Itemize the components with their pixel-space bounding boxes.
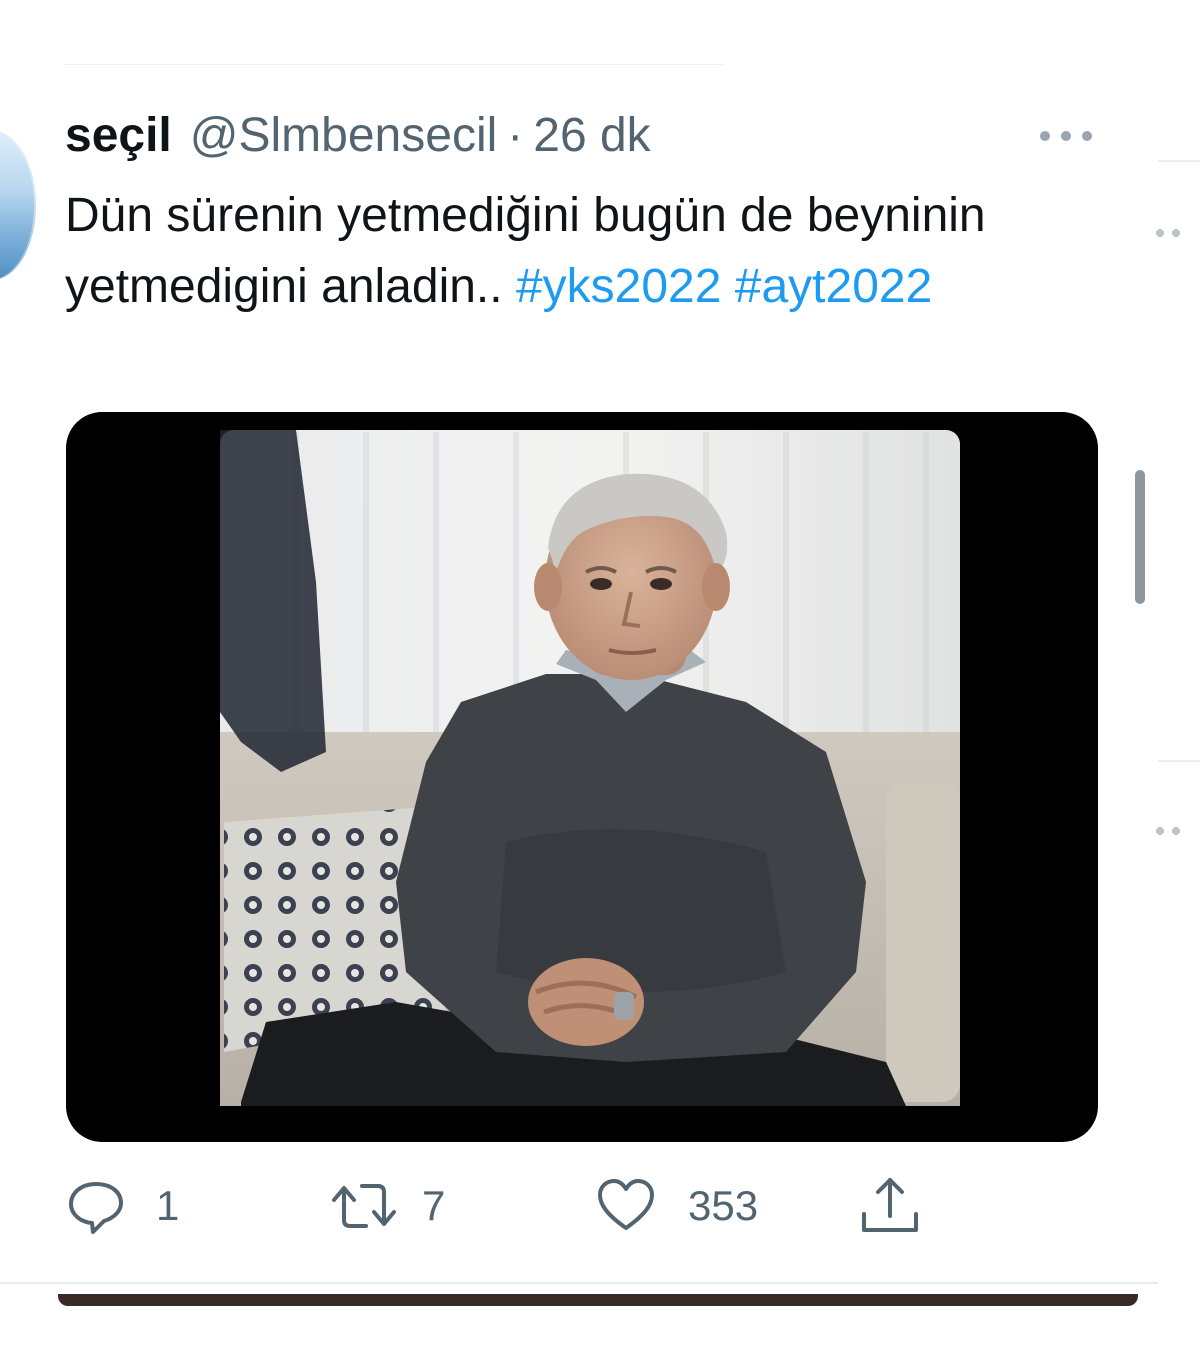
reply-button[interactable]: 1: [66, 1170, 179, 1242]
more-horizontal-icon[interactable]: [1040, 128, 1092, 144]
tweet-actions: 1 7 353: [0, 1170, 1200, 1242]
retweet-count: 7: [422, 1182, 446, 1229]
heart-icon: [598, 1179, 654, 1230]
tweet-text: Dün sürenin yetmediğini bugün de beynini…: [65, 180, 1075, 322]
header-separator: ·: [507, 109, 524, 162]
tweet-timestamp[interactable]: 26 dk: [533, 108, 650, 163]
side-more-icon[interactable]: [1156, 826, 1186, 836]
tweet-media[interactable]: [66, 412, 1098, 1142]
side-divider: [1158, 760, 1200, 762]
tweet-header: seçil @Slmbensecil · 26 dk: [65, 108, 651, 168]
side-more-icon[interactable]: [1156, 228, 1186, 238]
display-name[interactable]: seçil: [65, 108, 172, 163]
retweet-icon: [332, 1184, 396, 1228]
top-divider: [64, 64, 724, 65]
user-handle[interactable]: @Slmbensecil: [190, 108, 498, 163]
media-photo: [220, 430, 960, 1106]
share-button[interactable]: [858, 1170, 922, 1242]
tweet-divider: [0, 1282, 1158, 1284]
hashtag-link[interactable]: #yks2022: [516, 260, 721, 313]
retweet-button[interactable]: 7: [330, 1170, 445, 1242]
next-tweet-edge: [58, 1294, 1138, 1306]
like-button[interactable]: 353: [596, 1170, 758, 1242]
share-icon: [862, 1178, 918, 1232]
tweet-page: seçil @Slmbensecil · 26 dk Dün sürenin y…: [0, 0, 1200, 1368]
side-divider: [1158, 160, 1200, 162]
hashtag-link[interactable]: #ayt2022: [735, 260, 933, 313]
avatar[interactable]: [0, 130, 36, 280]
scrollbar-thumb[interactable]: [1135, 470, 1145, 604]
reply-icon: [69, 1182, 123, 1234]
like-count: 353: [688, 1182, 759, 1229]
reply-count: 1: [156, 1182, 180, 1229]
